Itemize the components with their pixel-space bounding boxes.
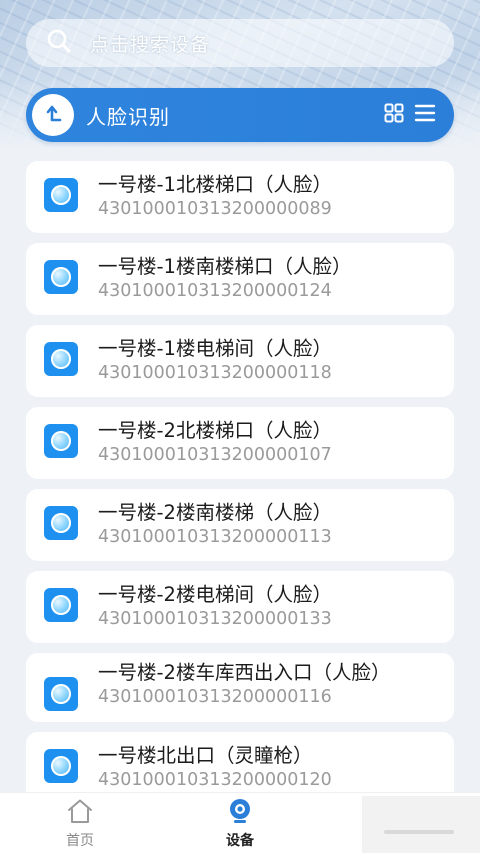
device-name: 一号楼-2楼车库西出入口（人脸） [98,661,391,684]
tab-devices-label: 设备 [226,832,254,849]
face-camera-icon [44,677,78,711]
home-icon [66,798,94,828]
face-camera-icon [44,342,78,376]
face-camera-icon [44,749,78,783]
category-bar: 人脸识别 [26,88,454,142]
search-placeholder: 点击搜索设备 [90,33,211,56]
device-name: 一号楼-2楼南楼梯（人脸） [98,501,332,524]
face-camera-icon [44,588,78,622]
device-code: 430100010313200000118 [98,363,332,383]
list-view-icon[interactable] [414,103,436,127]
device-card[interactable]: 一号楼-2楼车库西出入口（人脸） 430100010313200000116 [26,653,454,722]
device-name: 一号楼-2北楼梯口（人脸） [98,419,332,442]
face-camera-icon [44,424,78,458]
device-code: 430100010313200000116 [98,687,332,707]
device-code: 430100010313200000120 [98,770,332,790]
device-list: 一号楼-1北楼梯口（人脸） 430100010313200000089 一号楼-… [26,161,454,814]
device-code: 430100010313200000124 [98,281,332,301]
device-code: 430100010313200000107 [98,445,332,465]
device-name: 一号楼-2楼电梯间（人脸） [98,583,332,606]
device-card[interactable]: 一号楼-2楼电梯间（人脸） 430100010313200000133 [26,571,454,643]
camera-icon [226,798,254,828]
watermark [362,796,480,853]
device-card[interactable]: 一号楼-1楼南楼梯口（人脸） 430100010313200000124 [26,243,454,315]
device-code: 430100010313200000089 [98,199,332,219]
device-name: 一号楼-1楼电梯间（人脸） [98,337,332,360]
device-name: 一号楼-1楼南楼梯口（人脸） [98,255,352,278]
device-name: 一号楼-1北楼梯口（人脸） [98,173,332,196]
tab-home-label: 首页 [66,832,94,849]
device-name: 一号楼北出口（灵瞳枪） [98,744,313,767]
device-card[interactable]: 一号楼-2北楼梯口（人脸） 430100010313200000107 [26,407,454,479]
grid-view-icon[interactable] [384,103,404,127]
face-camera-icon [44,506,78,540]
search-bar[interactable]: 点击搜索设备 [26,19,454,67]
back-up-icon[interactable] [32,94,74,136]
device-code: 430100010313200000113 [98,527,332,547]
search-icon [46,28,72,58]
tab-devices[interactable]: 设备 [160,793,320,854]
device-code: 430100010313200000133 [98,609,332,629]
device-card[interactable]: 一号楼-1北楼梯口（人脸） 430100010313200000089 [26,161,454,233]
face-camera-icon [44,178,78,212]
face-camera-icon [44,260,78,294]
device-card[interactable]: 一号楼-1楼电梯间（人脸） 430100010313200000118 [26,325,454,397]
category-title: 人脸识别 [86,104,170,129]
device-card[interactable]: 一号楼-2楼南楼梯（人脸） 430100010313200000113 [26,489,454,561]
tab-home[interactable]: 首页 [0,793,160,854]
